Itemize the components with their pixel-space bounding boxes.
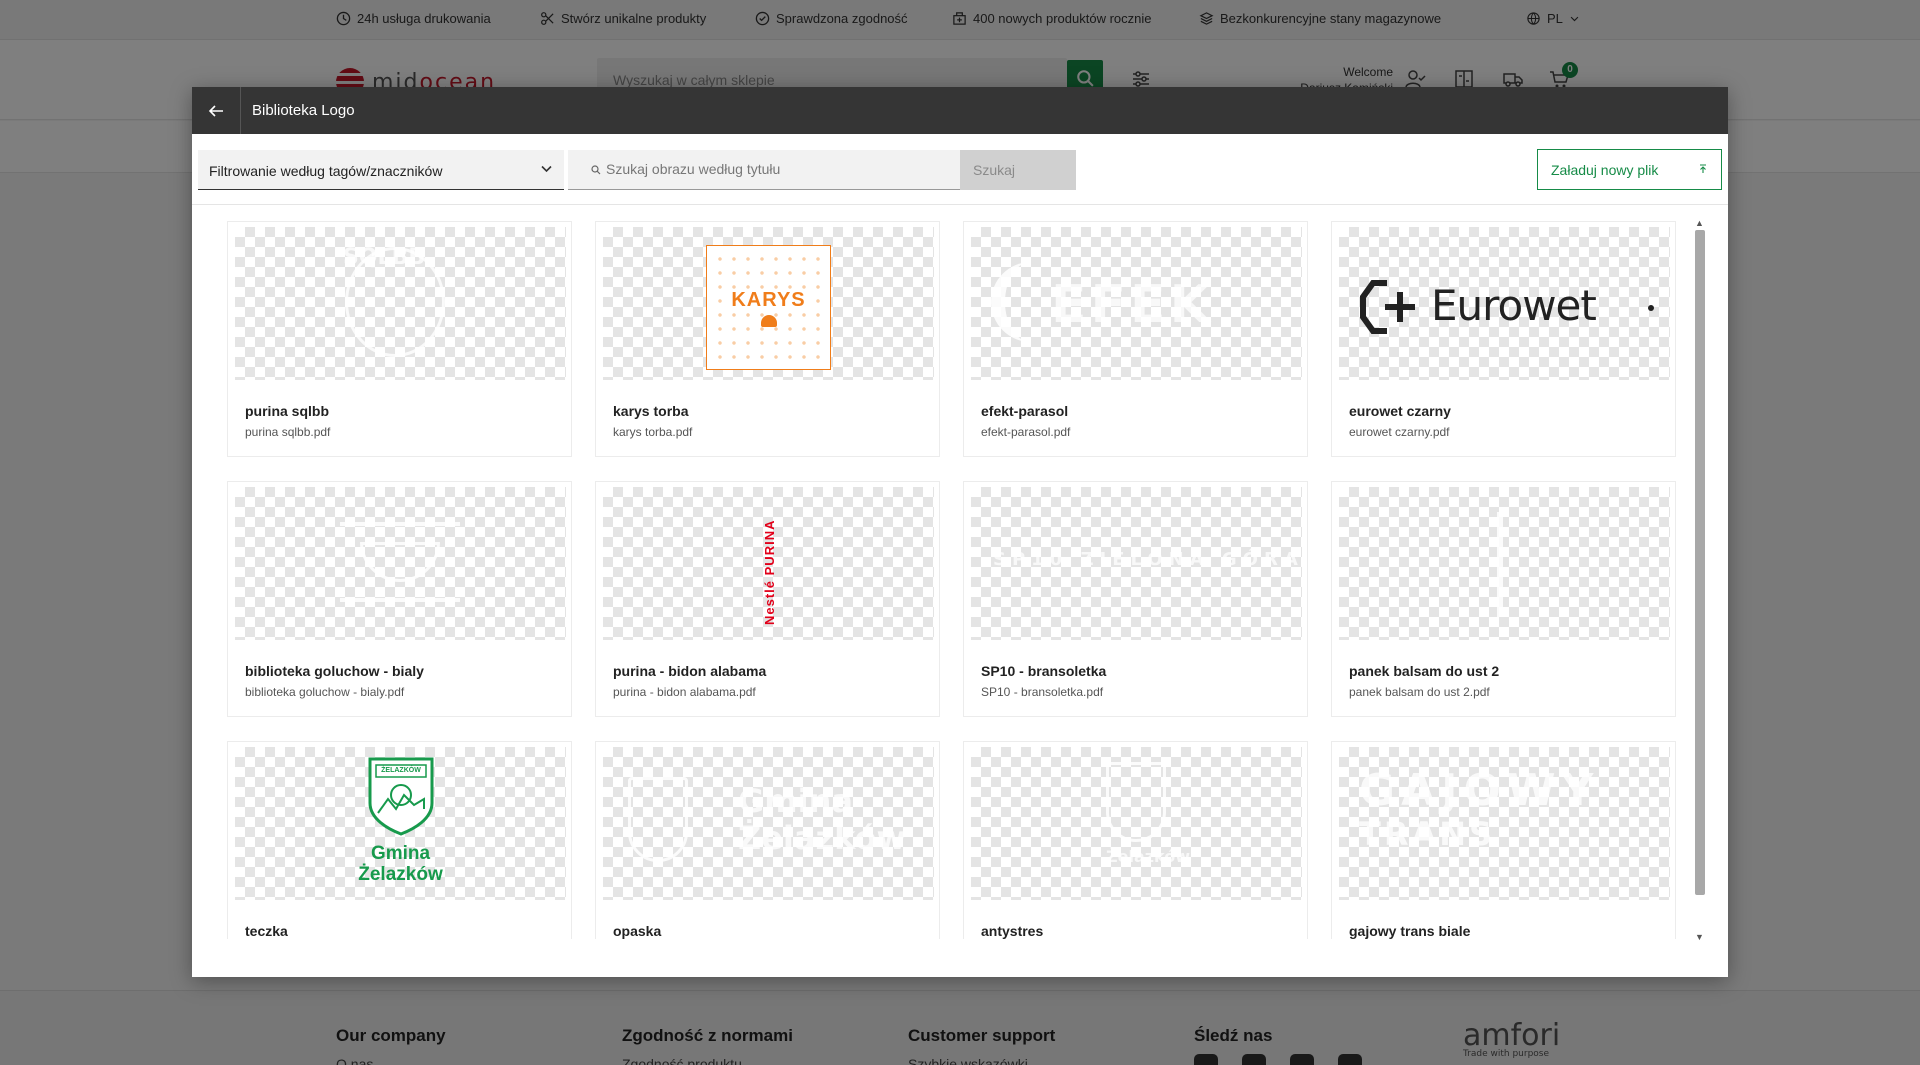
logo-filename: panek balsam do ust 2.pdf (1349, 685, 1490, 699)
gmina-line1: Gmina (370, 843, 431, 864)
logo-thumbnail: GAJOWY TRANS (1339, 747, 1670, 900)
logo-card[interactable]: ŻELAZKÓW Gmina Żelazków teczka (227, 741, 572, 939)
white-logo-preview: Gmina (738, 782, 853, 820)
logo-thumbnail: SP10 ZIELONA GÓRA (971, 487, 1302, 640)
logo-thumbnail: ŻELAZKÓW Gmina Żelazków (235, 747, 566, 900)
logo-thumbnail (1339, 487, 1670, 640)
white-logo-preview: Żelazków (1106, 847, 1191, 866)
upload-button-label: Załaduj nowy plik (1551, 161, 1659, 178)
logo-thumbnail: Nestlé PURINA (603, 487, 934, 640)
back-button[interactable] (192, 87, 241, 134)
logo-filename: biblioteka goluchow - bialy.pdf (245, 685, 405, 699)
title-search-input[interactable] (606, 150, 946, 188)
modal-title: Biblioteka Logo (252, 102, 355, 119)
logo-card[interactable]: Żelazków antystres (963, 741, 1308, 939)
logo-card[interactable]: SP10 ZIELONA GÓRA SP10 - bransoletka SP1… (963, 481, 1308, 717)
logo-thumbnail: SQLBB (235, 227, 566, 380)
search-button[interactable]: Szukaj (960, 150, 1076, 190)
logo-card[interactable]: biblioteka goluchow - bialy biblioteka g… (227, 481, 572, 717)
upload-icon (1700, 164, 1706, 173)
logo-title: opaska (613, 923, 662, 939)
logo-title: purina - bidon alabama (613, 663, 767, 679)
tag-filter-dropdown[interactable]: Filtrowanie według tagów/znaczników (198, 150, 564, 190)
logo-filename: purina sqlbb.pdf (245, 425, 331, 439)
logo-title: antystres (981, 923, 1044, 939)
logo-filename: karys torba.pdf (613, 425, 693, 439)
white-logo-preview: TRANS (1359, 815, 1496, 853)
logo-thumbnail (235, 487, 566, 640)
logo-title: teczka (245, 923, 288, 939)
logo-card[interactable]: SQLBB purina sqlbb purina sqlbb.pdf (227, 221, 572, 457)
arrow-left-icon (208, 104, 223, 117)
tag-filter-label: Filtrowanie według tagów/znaczników (209, 163, 443, 179)
library-toolbar: Filtrowanie według tagów/znaczników Szuk… (192, 134, 1728, 205)
logo-title: panek balsam do ust 2 (1349, 663, 1500, 679)
logo-card[interactable]: Gmina Żelazków opaska (595, 741, 940, 939)
white-logo-preview: Żelazków (738, 819, 907, 857)
logo-filename: SP10 - bransoletka.pdf (981, 685, 1104, 699)
logo-title: SP10 - bransoletka (981, 663, 1107, 679)
logo-title: gajowy trans biale (1349, 923, 1471, 939)
logo-title: biblioteka goluchow - bialy (245, 663, 424, 679)
logo-card[interactable]: GAJOWY TRANS gajowy trans biale (1331, 741, 1676, 939)
logo-thumbnail: Eurowet (1339, 227, 1670, 380)
white-logo-preview-crest (1106, 762, 1166, 842)
logo-filename: eurowet czarny.pdf (1349, 425, 1450, 439)
logo-card[interactable]: Eurowet eurowet czarny eurowet czarny.pd… (1331, 221, 1676, 457)
white-logo-preview-crest (628, 777, 688, 862)
logo-title: karys torba (613, 403, 689, 419)
white-logo-preview: SP10 ZIELONA GÓRA (993, 549, 1302, 570)
logo-library-modal: Biblioteka Logo Filtrowanie według tagów… (192, 87, 1728, 977)
logo-title: efekt-parasol (981, 403, 1069, 419)
logo-filename: efekt-parasol.pdf (981, 425, 1071, 439)
white-logo-preview-mark (991, 262, 1046, 342)
chevron-down-icon (541, 165, 552, 173)
eurowet-mark-icon (1360, 280, 1415, 334)
logo-thumbnail: Gmina Żelazków (603, 747, 934, 900)
logo-filename: purina - bidon alabama.pdf (613, 685, 756, 699)
logo-title: eurowet czarny (1349, 403, 1451, 419)
logo-card[interactable]: panek balsam do ust 2 panek balsam do us… (1331, 481, 1676, 717)
white-logo-preview: GAJOWY (1359, 765, 1600, 816)
logo-card[interactable]: Nestlé PURINA purina - bidon alabama pur… (595, 481, 940, 717)
karys-wordmark: KARYS (727, 288, 810, 312)
grid-scrollbar[interactable]: ▲ ▼ (1691, 218, 1707, 946)
eurowet-wordmark: Eurowet (1431, 281, 1597, 330)
logo-title: purina sqlbb (245, 403, 329, 419)
logo-grid: SQLBB purina sqlbb purina sqlbb.pdf KARY… (227, 221, 1687, 939)
search-icon (591, 165, 601, 175)
logo-thumbnail: EFEK (971, 227, 1302, 380)
cupcake-icon (760, 314, 777, 327)
karys-logo: KARYS (706, 245, 831, 370)
white-logo-preview: EFEK (1051, 275, 1214, 335)
logo-thumbnail: Żelazków (971, 747, 1302, 900)
scroll-thumb[interactable] (1695, 230, 1705, 895)
upload-new-file-button[interactable]: Załaduj nowy plik (1537, 149, 1722, 190)
title-search-field (568, 150, 960, 190)
logo-card[interactable]: EFEK efekt-parasol efekt-parasol.pdf (963, 221, 1308, 457)
gmina-line2: Żelazków (358, 864, 443, 885)
nestle-purina-wordmark: Nestlé PURINA (762, 519, 777, 625)
scroll-down-arrow[interactable]: ▼ (1695, 932, 1704, 942)
zelazkow-crest-label: ŻELAZKÓW (381, 767, 421, 774)
white-logo-preview (1497, 512, 1503, 617)
modal-header: Biblioteka Logo (192, 87, 1728, 134)
white-logo-preview-circle (345, 247, 445, 357)
eurowet-dot (1648, 305, 1654, 311)
logo-thumbnail: KARYS (603, 227, 934, 380)
logo-card[interactable]: KARYS karys torba karys torba.pdf (595, 221, 940, 457)
scroll-up-arrow[interactable]: ▲ (1695, 218, 1704, 228)
